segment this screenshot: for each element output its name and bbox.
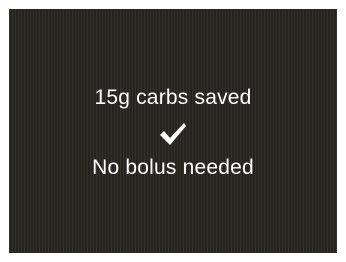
device-screen: 15g carbs saved No bolus needed [9,9,337,253]
no-bolus-message: No bolus needed [92,156,254,179]
carbs-saved-message: 15g carbs saved [94,86,252,109]
checkmark-icon [160,123,186,145]
